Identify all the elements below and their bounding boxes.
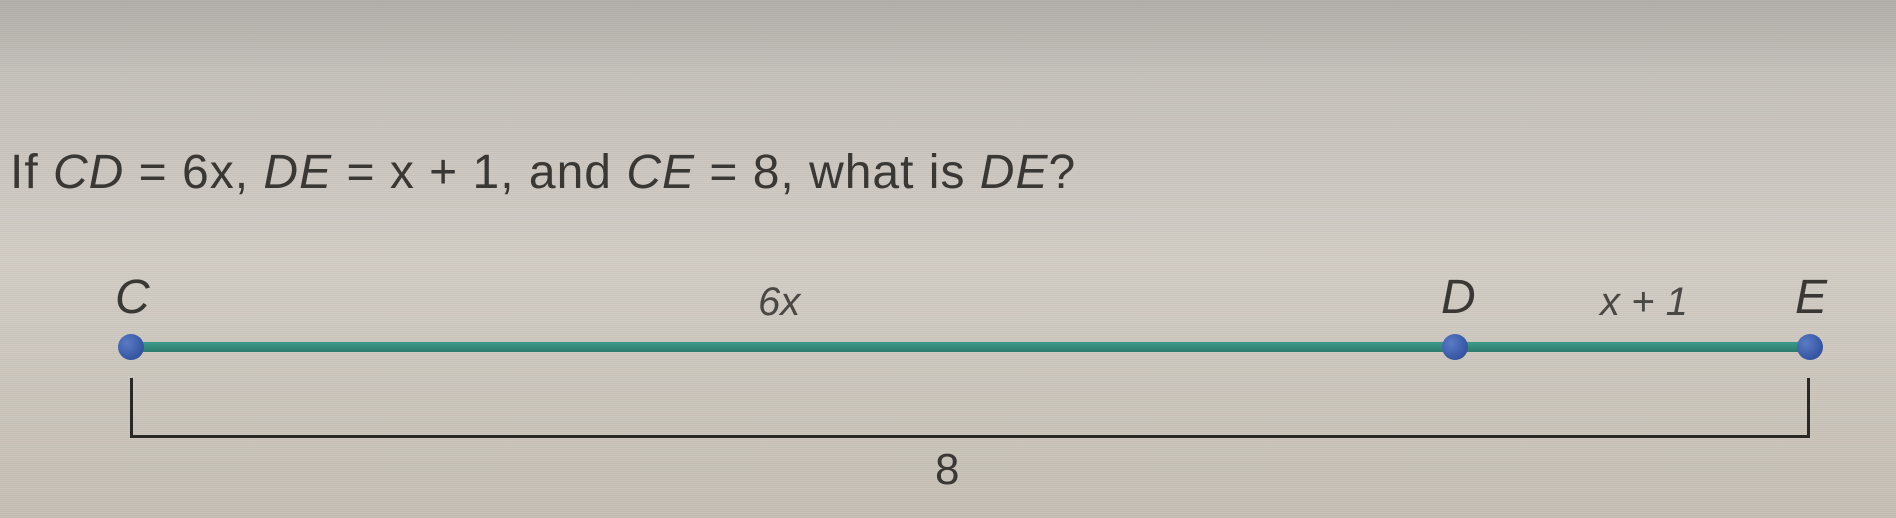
bracket-tick-left [130, 378, 133, 438]
bracket-line [130, 435, 1810, 438]
q-suffix: ? [1048, 146, 1076, 199]
q-eq1: = 6x, [124, 146, 263, 199]
q-var-cd: CD [53, 146, 124, 199]
q-var-ce: CE [626, 146, 695, 199]
segment-label-cd: 6x [758, 280, 800, 325]
point-dot-c [118, 334, 144, 360]
point-dot-e [1797, 334, 1823, 360]
total-label: 8 [935, 445, 959, 495]
bracket-tick-right [1807, 378, 1810, 438]
q-var-de2: DE [980, 146, 1049, 199]
segment-label-de: x + 1 [1600, 280, 1688, 325]
point-label-c: C [115, 270, 150, 325]
total-bracket [130, 388, 1810, 438]
q-var-de: DE [263, 146, 332, 199]
point-label-e: E [1795, 270, 1827, 325]
segment-cd-line [130, 342, 1450, 352]
segment-diagram: C D E 6x x + 1 8 [100, 270, 1820, 490]
point-label-d: D [1441, 270, 1476, 325]
question-text: If CD = 6x, DE = x + 1, and CE = 8, what… [10, 145, 1076, 200]
q-prefix: If [10, 146, 53, 199]
segment-de-line [1460, 342, 1810, 352]
q-eq2: = x + 1, and [332, 146, 626, 199]
q-eq3: = 8, what is [695, 146, 980, 199]
point-dot-d [1442, 334, 1468, 360]
